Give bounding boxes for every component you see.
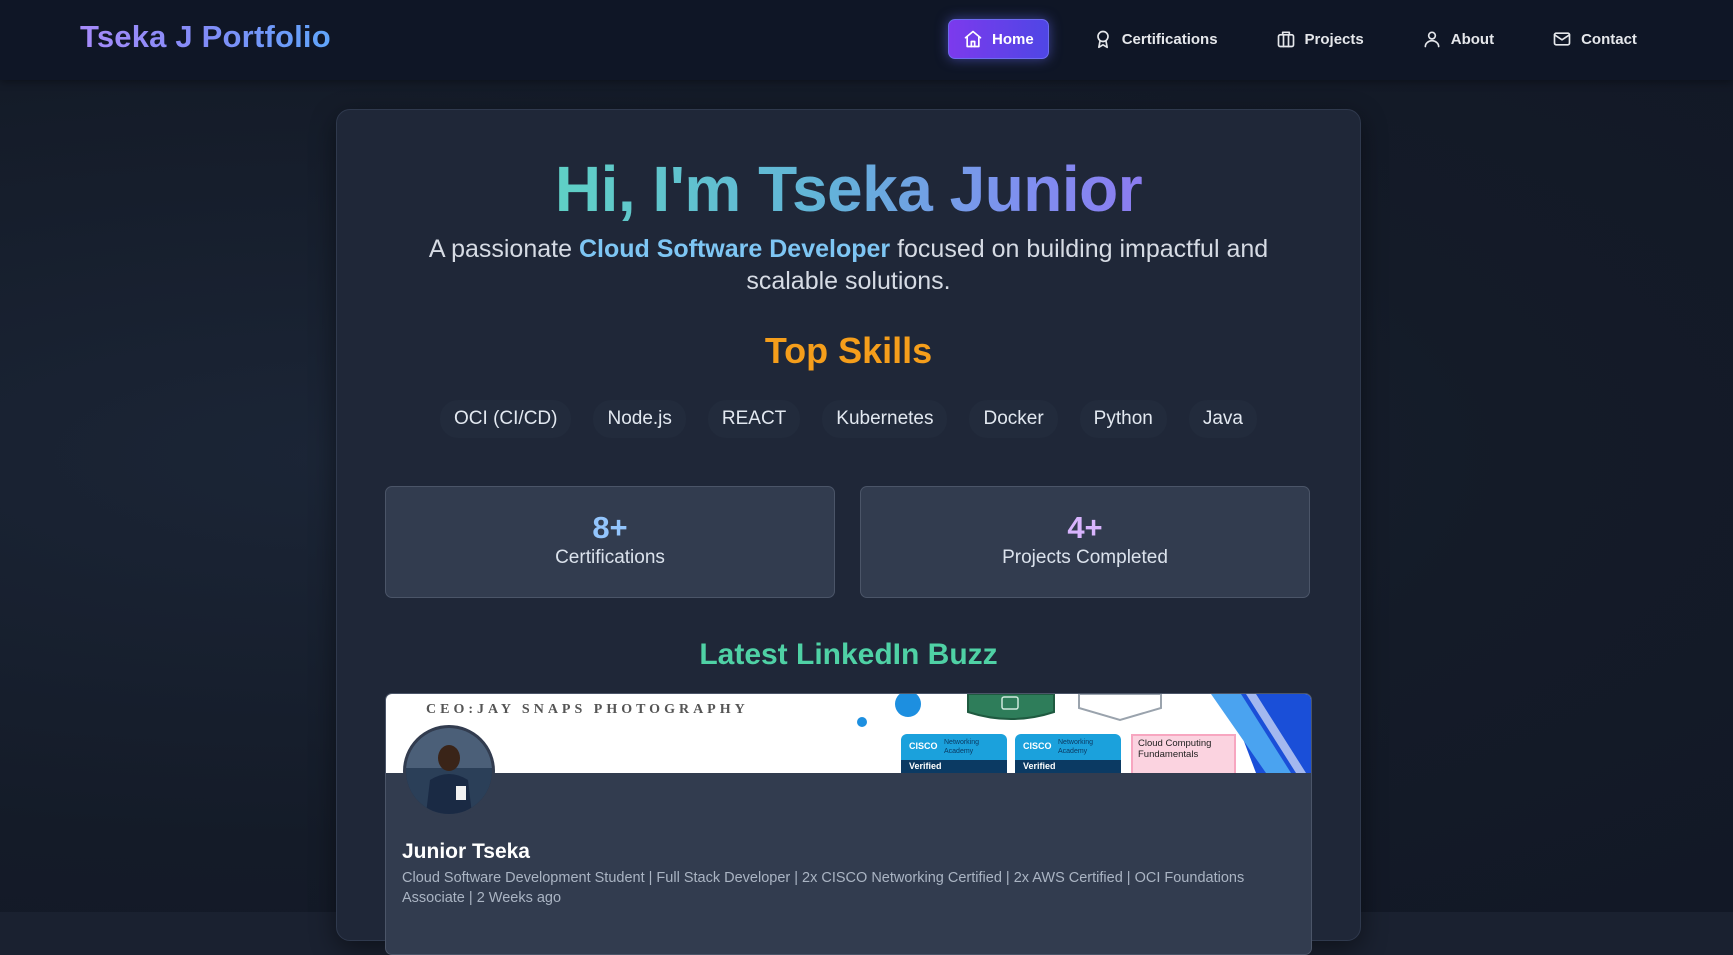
badge-brand: CISCO (909, 741, 938, 751)
profile-banner: CEO:JAY SNAPS PHOTOGRAPHY CISCO Networki… (386, 694, 1311, 773)
tagline-prefix: A passionate (428, 235, 579, 263)
stat-label: Projects Completed (1002, 547, 1168, 568)
linkedin-profile-card[interactable]: CEO:JAY SNAPS PHOTOGRAPHY CISCO Networki… (385, 693, 1312, 955)
brand-logo[interactable]: Tseka J Portfolio (80, 19, 331, 55)
nav-home-button[interactable]: Home (948, 19, 1049, 59)
profile-avatar[interactable] (403, 725, 495, 817)
badge-brand: CISCO (1023, 741, 1052, 751)
stat-label: Certifications (555, 547, 665, 568)
skill-tag: Kubernetes (822, 400, 948, 438)
skill-tag: Node.js (593, 400, 686, 438)
nav-about-button[interactable]: About (1408, 19, 1508, 59)
skill-tag: Docker (969, 400, 1058, 438)
banner-graphics (857, 694, 1311, 773)
hero-title: Hi, I'm Tseka Junior (337, 154, 1360, 224)
badge-label: Cloud Computing Fundamentals (1138, 738, 1212, 760)
nav-projects-button[interactable]: Projects (1262, 19, 1378, 59)
hero-tagline: A passionate Cloud Software Developer fo… (397, 233, 1300, 297)
skill-tag: Java (1188, 400, 1257, 438)
badge-status: Verified (909, 761, 942, 771)
briefcase-icon (1277, 31, 1294, 48)
nav-projects-label: Projects (1304, 30, 1364, 48)
skills-list: OCI (CI/CD) Node.js REACT Kubernetes Doc… (337, 400, 1360, 438)
skill-tag: Python (1079, 400, 1167, 438)
hero-card: Hi, I'm Tseka Junior A passionate Cloud … (336, 109, 1361, 955)
nav-home-label: Home (992, 30, 1034, 48)
hero-greeting: Hi, I'm Tseka Junior (554, 153, 1143, 225)
nav-certifications-button[interactable]: Certifications (1079, 19, 1232, 59)
avatar-photo (406, 728, 492, 814)
skill-tag: OCI (CI/CD) (440, 400, 572, 438)
user-icon (1424, 31, 1440, 48)
award-icon (1096, 30, 1109, 49)
nav-links: Home Certifications Projects About Conta… (948, 19, 1677, 59)
nav-contact-label: Contact (1581, 30, 1637, 48)
stat-certifications: 8+ Certifications (385, 486, 835, 598)
badge-label: Networking Academy (944, 739, 980, 755)
linkedin-heading: Latest LinkedIn Buzz (699, 638, 998, 671)
stat-value: 4+ (1067, 510, 1103, 545)
stat-value: 8+ (592, 510, 628, 545)
home-icon (964, 30, 982, 48)
tagline-highlight: Cloud Software Developer (578, 235, 891, 263)
top-navigation: Tseka J Portfolio Home Certifications Pr… (0, 0, 1733, 80)
badge-label: Networking Academy (1058, 739, 1094, 755)
profile-name[interactable]: Junior Tseka (402, 840, 530, 864)
stat-projects: 4+ Projects Completed (860, 486, 1310, 598)
nav-certifications-label: Certifications (1121, 30, 1218, 48)
nav-contact-button[interactable]: Contact (1538, 19, 1651, 59)
mail-icon (1553, 32, 1571, 46)
badge-status: Verified (1023, 761, 1056, 771)
skill-tag: REACT (707, 400, 801, 438)
profile-headline: Cloud Software Development Student | Ful… (402, 870, 1245, 906)
nav-about-label: About (1450, 30, 1495, 48)
skills-heading: Top Skills (764, 330, 933, 371)
